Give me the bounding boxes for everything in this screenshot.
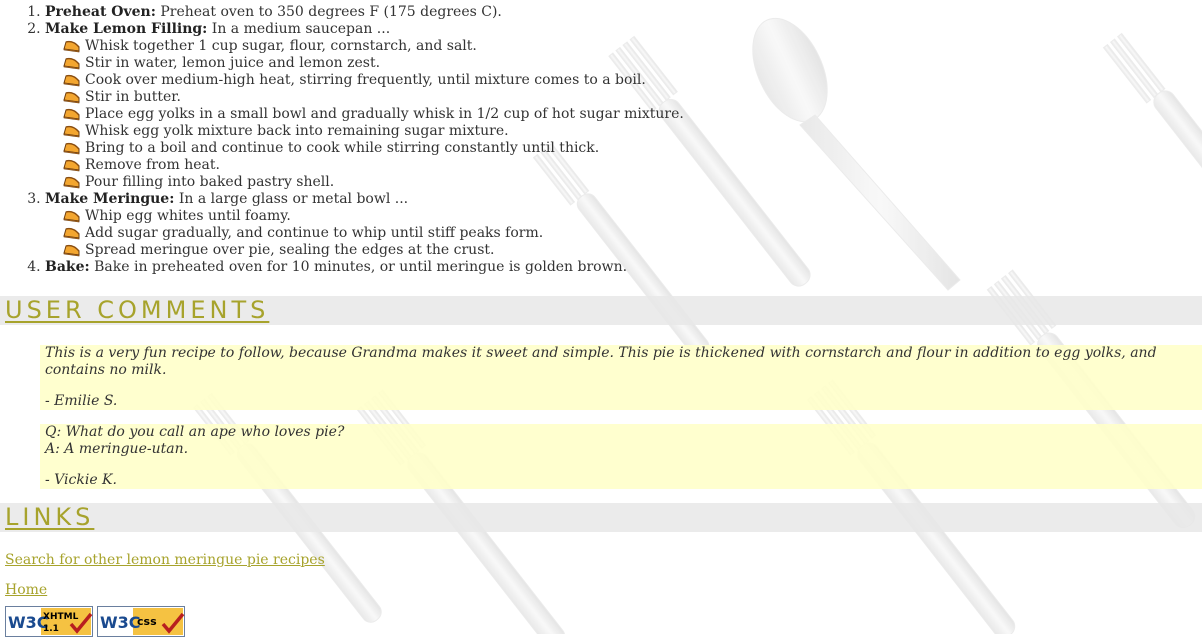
comment-author: - Vickie K. bbox=[45, 472, 117, 488]
xhtml-version: 1.1 bbox=[43, 624, 59, 634]
pie-slice-icon bbox=[63, 159, 80, 172]
pie-slice-icon bbox=[63, 244, 80, 257]
validation-badges: W3C XHTML 1.1 W3C css bbox=[5, 606, 1202, 637]
recipe-step: Make Meringue: In a large glass or metal… bbox=[45, 191, 1202, 259]
user-comments-heading: USER COMMENTS bbox=[0, 296, 1202, 325]
user-comment: Q: What do you call an ape who loves pie… bbox=[40, 424, 1202, 489]
w3c-css-badge[interactable]: W3C css bbox=[97, 606, 185, 637]
pie-slice-icon bbox=[63, 142, 80, 155]
substep-text: Spread meringue over pie, sealing the ed… bbox=[85, 242, 495, 258]
css-label: css bbox=[137, 615, 157, 628]
step-title: Preheat Oven: bbox=[45, 4, 156, 20]
comment-text: A: A meringue-utan. bbox=[45, 441, 189, 457]
home-link[interactable]: Home bbox=[5, 582, 1202, 598]
pie-slice-icon bbox=[63, 227, 80, 240]
substep-item: Whisk egg yolk mixture back into remaini… bbox=[63, 123, 1202, 140]
comment-text: Q: What do you call an ape who loves pie… bbox=[45, 424, 345, 440]
substep-item: Stir in water, lemon juice and lemon zes… bbox=[63, 55, 1202, 72]
substep-text: Stir in water, lemon juice and lemon zes… bbox=[85, 55, 381, 71]
substep-text: Cook over medium-high heat, stirring fre… bbox=[85, 72, 646, 88]
substep-text: Pour filling into baked pastry shell. bbox=[85, 174, 335, 190]
pie-slice-icon bbox=[63, 210, 80, 223]
substep-text: Stir in butter. bbox=[85, 89, 181, 105]
step-text: In a large glass or metal bowl ... bbox=[174, 191, 409, 207]
links-section: Search for other lemon meringue pie reci… bbox=[0, 532, 1202, 637]
recipe-steps-list: Preheat Oven: Preheat oven to 350 degree… bbox=[0, 0, 1202, 276]
pie-slice-icon bbox=[63, 176, 80, 189]
xhtml-label: XHTML bbox=[43, 612, 79, 622]
w3c-logo-text: W3C bbox=[100, 613, 141, 632]
substep-item: Cook over medium-high heat, stirring fre… bbox=[63, 72, 1202, 89]
pie-slice-icon bbox=[63, 91, 80, 104]
substeps-list: Whip egg whites until foamy. Add sugar gr… bbox=[45, 208, 1202, 259]
substeps-list: Whisk together 1 cup sugar, flour, corns… bbox=[45, 38, 1202, 191]
substep-text: Bring to a boil and continue to cook whi… bbox=[85, 140, 600, 156]
substep-item: Place egg yolks in a small bowl and grad… bbox=[63, 106, 1202, 123]
recipe-step: Preheat Oven: Preheat oven to 350 degree… bbox=[45, 4, 1202, 21]
step-title: Bake: bbox=[45, 259, 90, 275]
step-text: Bake in preheated oven for 10 minutes, o… bbox=[89, 259, 628, 275]
comment-author: - Emilie S. bbox=[45, 393, 118, 409]
substep-item: Stir in butter. bbox=[63, 89, 1202, 106]
comments-list: This is a very fun recipe to follow, bec… bbox=[0, 325, 1202, 489]
substep-text: Whip egg whites until foamy. bbox=[85, 208, 291, 224]
substep-item: Whip egg whites until foamy. bbox=[63, 208, 1202, 225]
substep-item: Bring to a boil and continue to cook whi… bbox=[63, 140, 1202, 157]
pie-slice-icon bbox=[63, 57, 80, 70]
pie-slice-icon bbox=[63, 125, 80, 138]
step-title: Make Meringue: bbox=[45, 191, 175, 207]
w3c-xhtml-badge[interactable]: W3C XHTML 1.1 bbox=[5, 606, 93, 637]
links-heading: LINKS bbox=[0, 503, 1202, 532]
substep-text: Whisk together 1 cup sugar, flour, corns… bbox=[85, 38, 477, 54]
substep-text: Place egg yolks in a small bowl and grad… bbox=[85, 106, 684, 122]
step-text: Preheat oven to 350 degrees F (175 degre… bbox=[155, 4, 502, 20]
substep-text: Whisk egg yolk mixture back into remaini… bbox=[85, 123, 509, 139]
substep-item: Pour filling into baked pastry shell. bbox=[63, 174, 1202, 191]
comment-text: This is a very fun recipe to follow, bec… bbox=[45, 345, 1157, 378]
user-comment: This is a very fun recipe to follow, bec… bbox=[40, 345, 1202, 410]
step-text: In a medium saucepan ... bbox=[207, 21, 391, 37]
substep-item: Whisk together 1 cup sugar, flour, corns… bbox=[63, 38, 1202, 55]
page-content: Preheat Oven: Preheat oven to 350 degree… bbox=[0, 0, 1202, 637]
substep-text: Add sugar gradually, and continue to whi… bbox=[85, 225, 544, 241]
recipe-step: Make Lemon Filling: In a medium saucepan… bbox=[45, 21, 1202, 191]
substep-item: Remove from heat. bbox=[63, 157, 1202, 174]
substep-item: Add sugar gradually, and continue to whi… bbox=[63, 225, 1202, 242]
pie-slice-icon bbox=[63, 40, 80, 53]
recipe-step: Bake: Bake in preheated oven for 10 minu… bbox=[45, 259, 1202, 276]
substep-text: Remove from heat. bbox=[85, 157, 220, 173]
pie-slice-icon bbox=[63, 74, 80, 87]
pie-slice-icon bbox=[63, 108, 80, 121]
step-title: Make Lemon Filling: bbox=[45, 21, 208, 37]
search-recipes-link[interactable]: Search for other lemon meringue pie reci… bbox=[5, 552, 1202, 568]
substep-item: Spread meringue over pie, sealing the ed… bbox=[63, 242, 1202, 259]
